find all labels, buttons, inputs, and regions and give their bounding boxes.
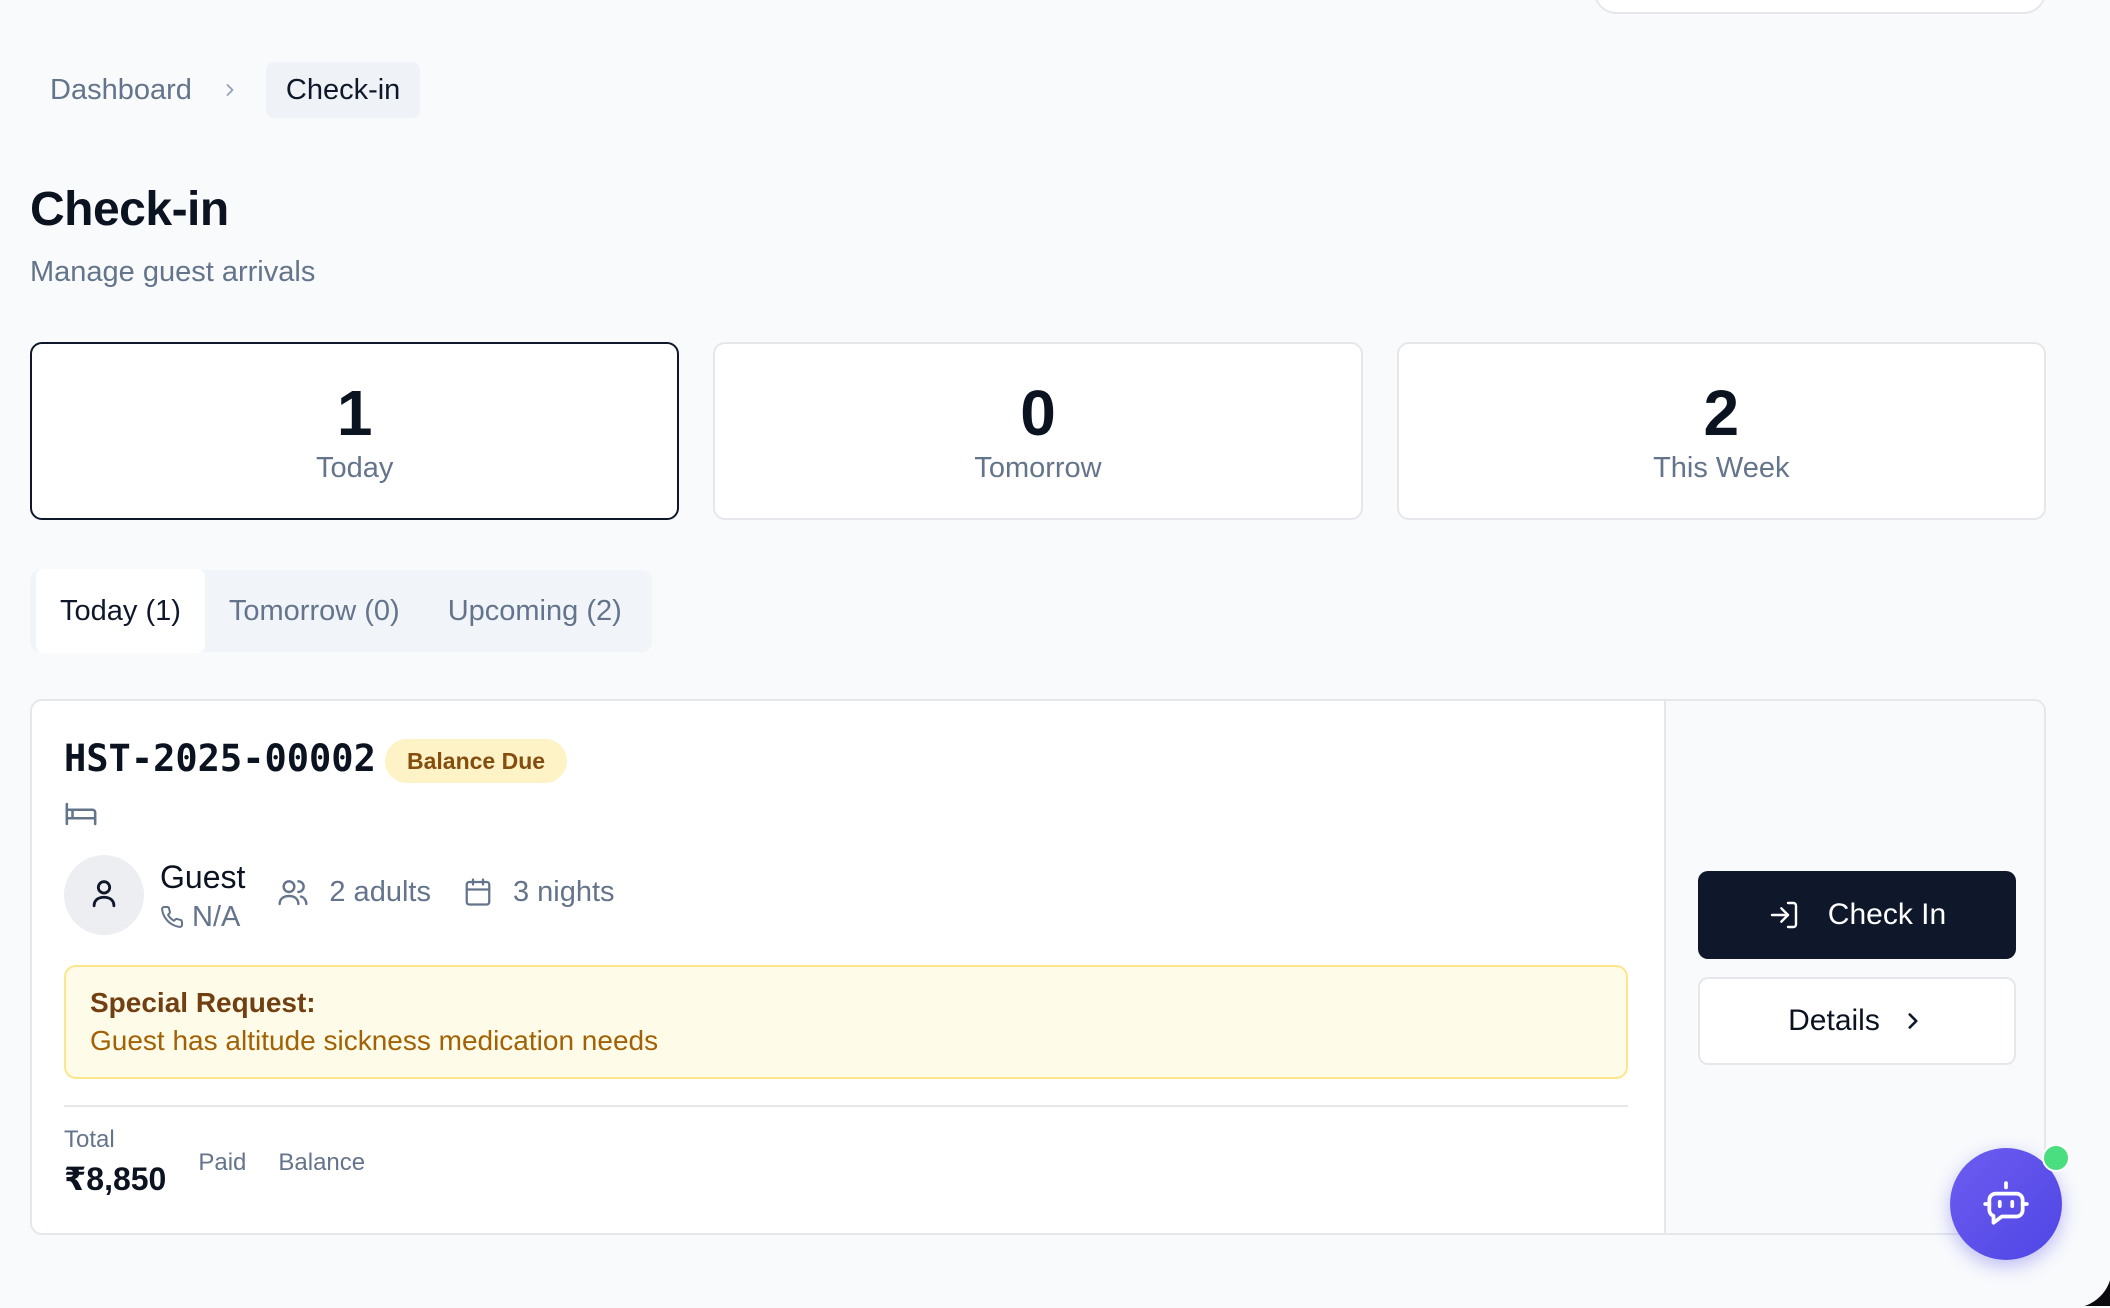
phone-icon	[160, 905, 184, 929]
top-search-field[interactable]	[1594, 0, 2046, 14]
special-request-title: Special Request:	[90, 987, 316, 1018]
stat-value: 2	[1703, 376, 1740, 449]
adults-label: 2 adults	[329, 875, 431, 908]
stat-card-this-week[interactable]: 2 This Week	[1396, 342, 2046, 520]
total-label: Total	[64, 1126, 115, 1153]
total-block: Total ₹8,850	[64, 1125, 166, 1201]
status-badge: Balance Due	[385, 739, 568, 783]
guest-phone: N/A	[160, 901, 245, 934]
nights-label: 3 nights	[512, 875, 615, 908]
chevron-right-icon	[216, 76, 244, 104]
breadcrumb-current: Check-in	[265, 62, 421, 118]
tab-upcoming[interactable]: Upcoming (2)	[424, 570, 646, 652]
payment-summary: Total ₹8,850 Paid Balance	[64, 1125, 365, 1201]
guest-name: Guest	[160, 858, 246, 895]
user-icon	[87, 876, 121, 915]
bot-icon	[1981, 1179, 2031, 1229]
guest-phone-value: N/A	[192, 900, 241, 933]
check-in-label: Check In	[1827, 898, 1947, 931]
guest-info: Guest N/A	[160, 857, 245, 934]
log-in-icon	[1768, 899, 1828, 931]
booking-id: HST-2025-00002	[64, 737, 376, 780]
online-status-dot	[2042, 1144, 2070, 1172]
arrival-tabs: Today (1) Tomorrow (0) Upcoming (2)	[30, 569, 652, 653]
adults-count: 2 adults	[277, 876, 431, 909]
special-request-text: Guest has altitude sickness medication n…	[90, 1025, 659, 1056]
booking-card-main: HST-2025-00002 Balance Due Guest N/A 2 a…	[32, 701, 1664, 1233]
page-title: Check-in	[30, 183, 229, 236]
special-request: Special Request: Guest has altitude sick…	[64, 965, 1628, 1079]
stat-label: Today	[315, 451, 394, 484]
stat-card-today[interactable]: 1 Today	[30, 342, 680, 520]
chevron-right-icon	[1880, 1008, 1926, 1034]
page-subtitle: Manage guest arrivals	[30, 256, 316, 288]
total-value: ₹8,850	[64, 1161, 167, 1197]
stats-row: 1 Today 0 Tomorrow 2 This Week	[30, 342, 2046, 520]
guest-row: Guest N/A 2 adults 3 nights	[64, 855, 615, 935]
stat-value: 0	[1020, 376, 1056, 449]
stat-label: Tomorrow	[974, 451, 1102, 484]
paid-label: Paid	[198, 1149, 247, 1176]
divider	[64, 1105, 1628, 1107]
stat-label: This Week	[1653, 451, 1790, 484]
window-corner	[2068, 1264, 2110, 1308]
booking-card: HST-2025-00002 Balance Due Guest N/A 2 a…	[30, 699, 2046, 1235]
calendar-icon	[463, 877, 503, 907]
nights-count: 3 nights	[463, 876, 615, 909]
details-button[interactable]: Details	[1698, 977, 2016, 1065]
tab-tomorrow[interactable]: Tomorrow (0)	[205, 570, 424, 652]
tab-today[interactable]: Today (1)	[36, 569, 205, 653]
avatar	[64, 855, 144, 935]
breadcrumb: Dashboard Check-in	[30, 62, 421, 118]
stat-card-tomorrow[interactable]: 0 Tomorrow	[713, 342, 1363, 520]
breadcrumb-dashboard-link[interactable]: Dashboard	[30, 74, 212, 107]
check-in-button[interactable]: Check In	[1698, 871, 2016, 959]
bed-icon	[64, 797, 98, 831]
details-label: Details	[1788, 1004, 1880, 1037]
users-icon	[277, 876, 319, 908]
balance-label: Balance	[278, 1149, 366, 1176]
stat-value: 1	[336, 376, 373, 449]
